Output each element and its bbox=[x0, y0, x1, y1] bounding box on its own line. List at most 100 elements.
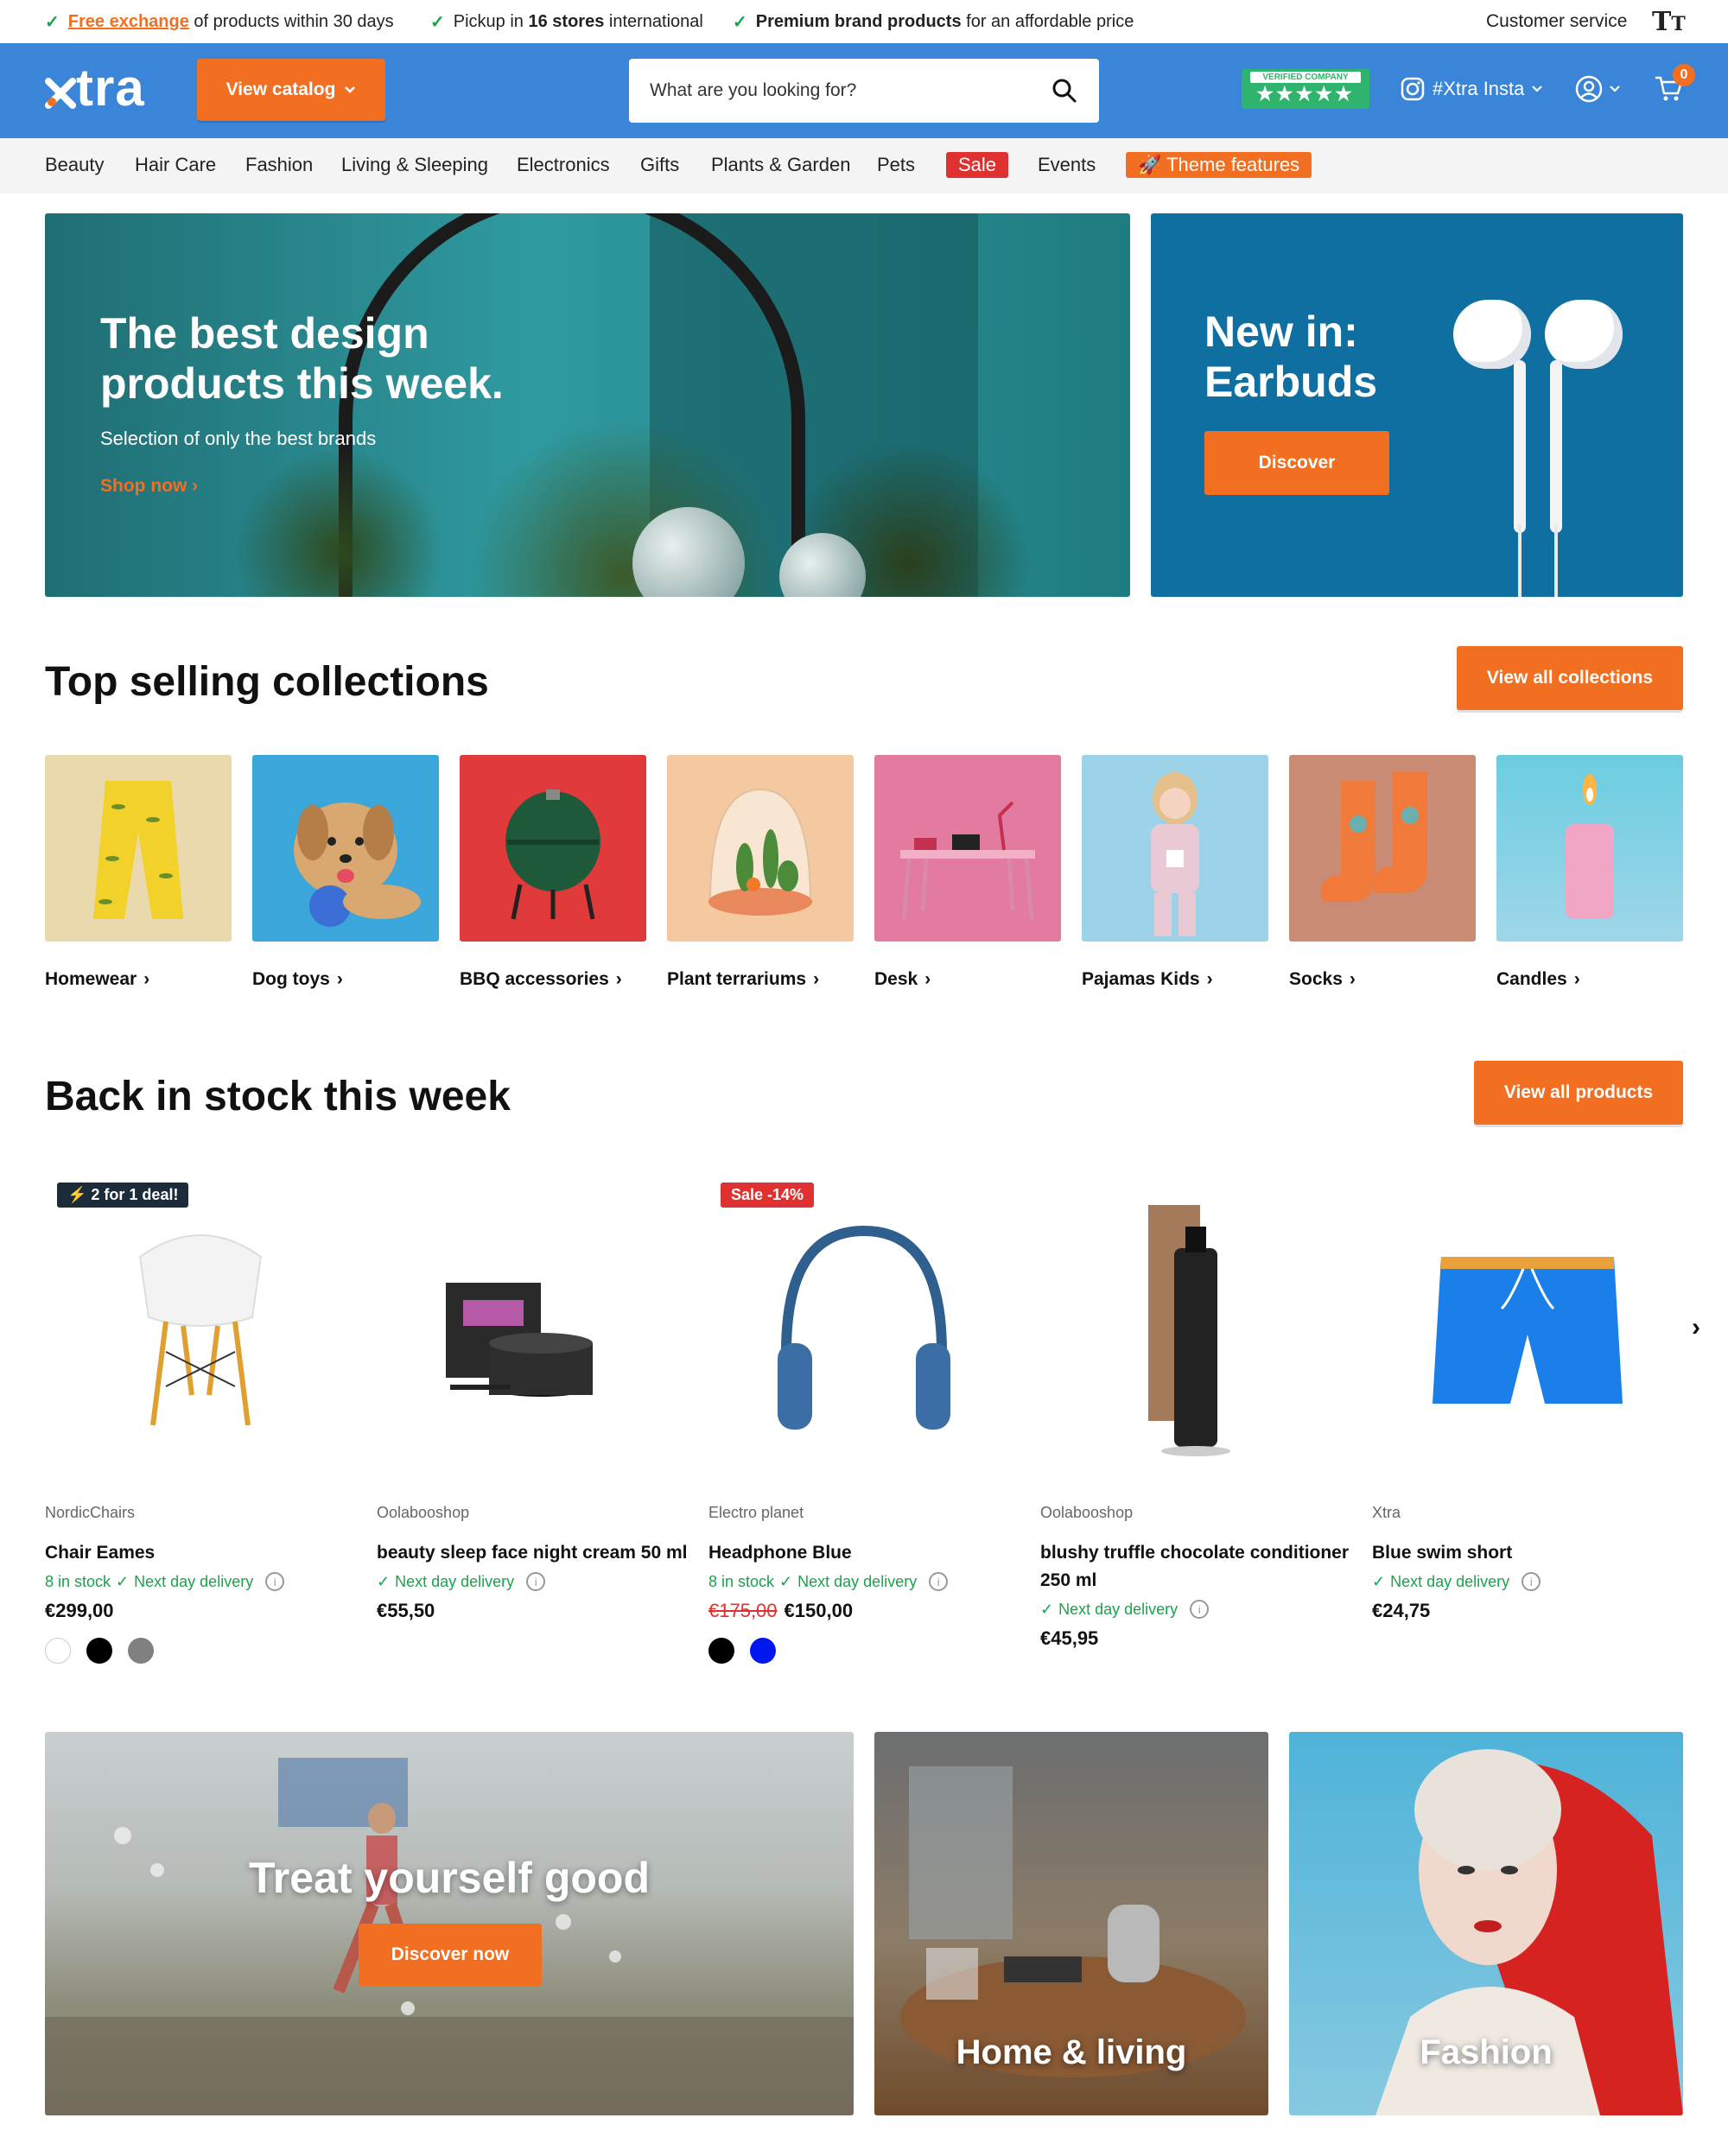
collection-card[interactable]: Pajamas Kids › bbox=[1082, 755, 1268, 990]
delivery-text: Next day delivery bbox=[1058, 1600, 1178, 1618]
product-brand: Xtra bbox=[1372, 1504, 1401, 1521]
delivery-text: Next day delivery bbox=[797, 1572, 918, 1590]
discover-now-button[interactable]: Discover now bbox=[359, 1924, 542, 1986]
logo-text: tra bbox=[76, 59, 145, 117]
product-title[interactable]: blushy truffle chocolate condition­er 25… bbox=[1040, 1539, 1351, 1595]
discover-button[interactable]: Discover bbox=[1204, 431, 1389, 495]
view-all-products-button[interactable]: View all products bbox=[1474, 1061, 1683, 1125]
bbq-image bbox=[505, 789, 600, 920]
swatch-black[interactable] bbox=[86, 1638, 112, 1664]
nav-item-electronics[interactable]: Electronics bbox=[517, 154, 610, 176]
products-title: Back in stock this week bbox=[45, 1074, 511, 1119]
product-stock: ✓ Next day delivery i bbox=[1372, 1572, 1683, 1591]
swatch-grey[interactable] bbox=[128, 1638, 154, 1664]
nav-item-events[interactable]: Events bbox=[1038, 154, 1096, 176]
delivery-text: Next day delivery bbox=[134, 1572, 254, 1590]
collection-image-socks bbox=[1289, 755, 1476, 942]
nav-item-hair-care[interactable]: Hair Care bbox=[135, 154, 216, 176]
collection-image-candles bbox=[1496, 755, 1683, 942]
usp-bold: Premium brand products bbox=[755, 12, 962, 31]
info-icon[interactable]: i bbox=[265, 1572, 285, 1591]
main-nav: Beauty Hair Care Fashion Living & Sleepi… bbox=[0, 138, 1728, 193]
info-icon[interactable]: i bbox=[929, 1572, 949, 1591]
home-living-banner[interactable]: Home & living bbox=[874, 1732, 1268, 2115]
hero-side-banner[interactable]: New in: Earbuds Discover bbox=[1151, 213, 1683, 597]
product-title[interactable]: Headphone Blue bbox=[708, 1539, 1020, 1567]
product-brand: Electro planet bbox=[708, 1504, 804, 1521]
hero-main-title: The best design products this week. bbox=[100, 309, 504, 408]
nav-item-fashion[interactable]: Fashion bbox=[245, 154, 313, 176]
free-exchange-link[interactable]: Free exchange bbox=[68, 12, 189, 31]
info-icon[interactable]: i bbox=[526, 1572, 546, 1591]
swatch-white[interactable] bbox=[45, 1638, 71, 1664]
product-card[interactable]: Sale -14% Electro planet Headphone Blue … bbox=[708, 1179, 1020, 1664]
collection-card[interactable]: Homewear › bbox=[45, 755, 232, 990]
product-image-swim-short bbox=[1372, 1179, 1683, 1473]
nav-item-plants-garden[interactable]: Plants & Garden bbox=[711, 154, 850, 176]
nav-item-beauty[interactable]: Beauty bbox=[45, 154, 105, 176]
collection-card[interactable]: Desk › bbox=[874, 755, 1061, 990]
chevron-right-icon: › bbox=[813, 969, 820, 989]
collection-card[interactable]: Candles › bbox=[1496, 755, 1683, 990]
pants-image bbox=[93, 781, 183, 919]
swatch-black[interactable] bbox=[708, 1638, 734, 1664]
product-card[interactable]: Oolabooshop beauty sleep face night crea… bbox=[377, 1179, 688, 1622]
collection-card[interactable]: BBQ accessories › bbox=[460, 755, 646, 990]
shop-now-link[interactable]: Shop now › bbox=[100, 476, 198, 497]
info-icon[interactable]: i bbox=[1522, 1572, 1541, 1591]
product-brand: Oolabooshop bbox=[377, 1504, 470, 1521]
product-card[interactable]: Xtra Blue swim short ✓ Next day delivery i… bbox=[1372, 1179, 1683, 1622]
product-price: €55,50 bbox=[377, 1600, 435, 1621]
swatch-blue[interactable] bbox=[750, 1638, 776, 1664]
product-card[interactable]: ⚡ 2 for 1 deal! NordicChairs Chair Eames… bbox=[45, 1179, 356, 1664]
hero-main-subtitle: Selection of only the best brands bbox=[100, 428, 377, 449]
product-card[interactable]: Oolabooshop blushy truffle chocolate con… bbox=[1040, 1179, 1351, 1650]
usp-text: of products within 30 days bbox=[188, 12, 394, 31]
chevron-right-icon: › bbox=[192, 476, 199, 496]
nav-item-sale[interactable]: Sale bbox=[946, 152, 1009, 178]
collection-card[interactable]: Plant terrariums › bbox=[667, 755, 854, 990]
candle-image bbox=[1566, 774, 1614, 919]
product-title[interactable]: Chair Eames bbox=[45, 1539, 356, 1567]
nav-item-gifts[interactable]: Gifts bbox=[640, 154, 679, 176]
swim-short-image bbox=[1433, 1257, 1623, 1404]
customer-service-link[interactable]: Customer service bbox=[1486, 11, 1627, 32]
view-all-collections-button[interactable]: View all collections bbox=[1457, 646, 1683, 710]
earbud-stem bbox=[1514, 360, 1526, 533]
shop-now-label: Shop now bbox=[100, 476, 187, 496]
stock-text: 8 in stock bbox=[45, 1572, 111, 1590]
nav-item-living-sleeping[interactable]: Living & Sleeping bbox=[341, 154, 488, 176]
logo[interactable]: tra bbox=[45, 62, 145, 114]
collection-card[interactable]: Socks › bbox=[1289, 755, 1476, 990]
collection-label: Socks › bbox=[1289, 969, 1476, 990]
collection-card[interactable]: Dog toys › bbox=[252, 755, 439, 990]
terrarium-image bbox=[708, 788, 812, 916]
product-old-price: €175,00 bbox=[708, 1600, 778, 1621]
usp-free-exchange: ✓ Free exchange of products within 30 da… bbox=[45, 11, 394, 33]
fashion-banner[interactable]: Fashion bbox=[1289, 1732, 1683, 2115]
check-icon: ✓ bbox=[116, 1572, 130, 1590]
instagram-link[interactable]: #Xtra Insta bbox=[1400, 76, 1543, 102]
product-title[interactable]: beauty sleep face night cream 50 ml bbox=[377, 1539, 688, 1567]
hero-main-banner[interactable]: The best design products this week. Sele… bbox=[45, 213, 1130, 597]
search-bar[interactable]: What are you looking for? bbox=[629, 59, 1099, 123]
collection-image-bbq bbox=[460, 755, 646, 942]
search-input[interactable]: What are you looking for? bbox=[650, 80, 1051, 101]
view-catalog-button[interactable]: View catalog bbox=[197, 59, 385, 121]
info-icon[interactable]: i bbox=[1190, 1600, 1210, 1619]
treat-yourself-banner[interactable]: Treat yourself good Discover now bbox=[45, 1732, 854, 2115]
collection-image-pajamas bbox=[1082, 755, 1268, 942]
nav-item-theme-features[interactable]: 🚀 Theme features bbox=[1126, 152, 1312, 178]
verified-company-badge[interactable]: VERIFIED COMPANY ★★★★★ bbox=[1242, 69, 1369, 109]
text-size-icon[interactable]: TT bbox=[1652, 7, 1686, 37]
account-menu[interactable] bbox=[1574, 74, 1621, 104]
collection-label-text: Socks bbox=[1289, 969, 1343, 989]
nav-item-pets[interactable]: Pets bbox=[877, 154, 915, 176]
instagram-label: #Xtra Insta bbox=[1433, 78, 1525, 99]
cart-button[interactable]: 0 bbox=[1654, 64, 1695, 108]
cart-count-badge: 0 bbox=[1673, 64, 1695, 86]
search-icon[interactable] bbox=[1051, 77, 1078, 105]
carousel-next-icon[interactable]: › bbox=[1692, 1313, 1700, 1342]
collection-label: Desk › bbox=[874, 969, 1061, 990]
product-title[interactable]: Blue swim short bbox=[1372, 1539, 1683, 1567]
